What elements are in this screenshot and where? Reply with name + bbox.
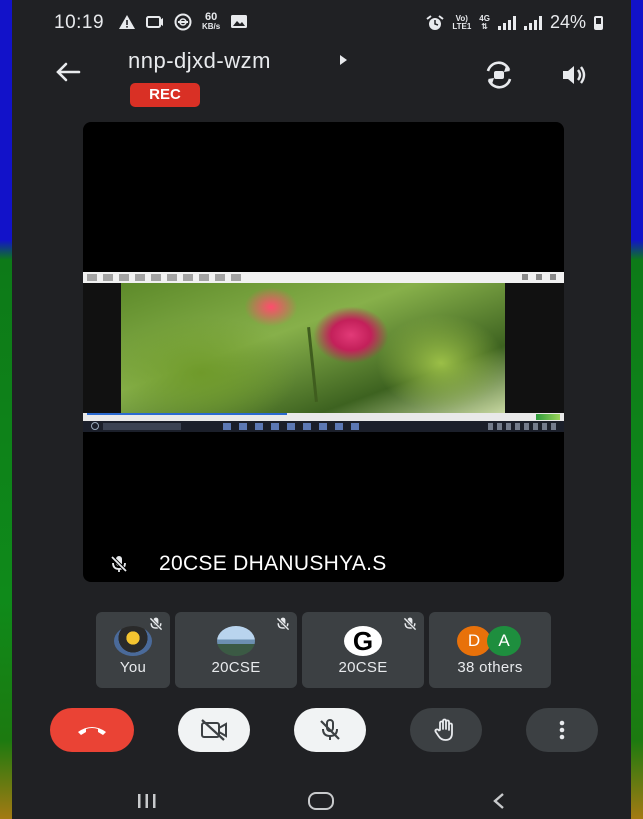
signal-icon-2	[523, 15, 542, 30]
participant-tile[interactable]: 20CSE	[302, 612, 424, 688]
taskbar-icons	[223, 423, 363, 430]
battery-icon	[594, 15, 603, 30]
avatar	[114, 626, 152, 656]
switch-camera-icon	[486, 61, 512, 89]
nav-back-icon[interactable]	[492, 792, 506, 810]
avatar-bubble: D	[457, 626, 491, 656]
switch-camera-button[interactable]	[482, 60, 516, 90]
participant-label: 20CSE	[211, 659, 261, 676]
participant-label: You	[119, 659, 147, 676]
avatar	[217, 626, 255, 656]
back-button[interactable]	[50, 58, 86, 94]
meeting-code[interactable]: nnp-djxd-wzm	[128, 48, 271, 74]
mic-off-icon	[320, 719, 340, 740]
taskbar-search	[103, 423, 181, 430]
participant-label: 38 others	[457, 659, 523, 676]
participant-tile[interactable]: 20CSE	[175, 612, 297, 688]
status-icons-right: Vo) LTE1 4G ⇅ 24%	[426, 12, 603, 33]
back-arrow-icon	[56, 62, 81, 82]
participant-strip: You 20CSE 20CSE D A 38 others	[96, 612, 556, 690]
status-icons-left: 60 KB/s	[118, 12, 248, 31]
vpn-icon	[174, 13, 192, 30]
mic-off-icon	[276, 617, 290, 631]
hand-icon	[434, 718, 453, 741]
warning-icon	[119, 14, 135, 29]
volte-indicator: Vo) LTE1	[452, 14, 472, 31]
shared-video-frame	[121, 283, 505, 413]
camera-off-icon	[201, 719, 227, 741]
network-type: 4G ⇅	[479, 14, 490, 31]
tile-name-row: 20CSE DHANUSHYA.S	[83, 546, 564, 582]
speaker-icon	[563, 66, 586, 84]
participant-tile-others[interactable]: D A 38 others	[429, 612, 551, 688]
meet-screen: 10:19 60 KB/s Vo) LTE1 4G ⇅ 24% nnp-djxd…	[12, 0, 631, 819]
shared-window-titlebar	[83, 272, 564, 283]
meeting-details-arrow-icon[interactable]	[340, 55, 347, 65]
participant-name: 20CSE DHANUSHYA.S	[159, 552, 387, 575]
avatar-bubble: A	[487, 626, 521, 656]
more-options-button[interactable]	[526, 708, 598, 752]
volte-bottom: LTE1	[452, 21, 472, 31]
data-arrows-icon: ⇅	[481, 21, 488, 31]
alarm-icon	[426, 14, 444, 30]
mic-off-icon	[403, 617, 417, 631]
signal-icon	[497, 15, 516, 30]
mic-toggle-button[interactable]	[294, 708, 366, 752]
system-tray	[488, 423, 558, 430]
shared-screen	[83, 272, 564, 432]
start-icon	[91, 422, 99, 430]
system-nav-bar	[12, 770, 631, 819]
more-vert-icon	[559, 720, 565, 740]
end-call-button[interactable]	[50, 708, 134, 752]
home-icon[interactable]	[308, 792, 334, 810]
player-volume	[536, 414, 560, 420]
net-speed-unit: KB/s	[202, 22, 221, 31]
status-time: 10:19	[54, 12, 105, 33]
recording-badge: REC	[130, 83, 200, 107]
cast-icon	[146, 15, 163, 28]
participant-label: 20CSE	[338, 659, 388, 676]
shared-window-controls	[522, 274, 556, 280]
mic-off-icon	[149, 617, 163, 631]
recent-apps-icon[interactable]	[136, 794, 158, 808]
shared-window-menu	[87, 274, 247, 281]
image-icon	[231, 15, 248, 28]
battery-percent: 24%	[549, 12, 586, 32]
player-seek-bar	[87, 413, 287, 415]
raise-hand-button[interactable]	[410, 708, 482, 752]
camera-toggle-button[interactable]	[178, 708, 250, 752]
net-speed: 60 KB/s	[202, 12, 220, 31]
mic-off-icon	[110, 555, 128, 573]
main-video-tile[interactable]: 20CSE DHANUSHYA.S	[83, 122, 564, 582]
phone-hangup-icon	[78, 727, 106, 735]
avatar	[344, 626, 382, 656]
audio-output-button[interactable]	[557, 60, 591, 90]
status-bar: 10:19 60 KB/s Vo) LTE1 4G ⇅ 24%	[12, 0, 631, 46]
participant-tile-you[interactable]: You	[96, 612, 170, 688]
